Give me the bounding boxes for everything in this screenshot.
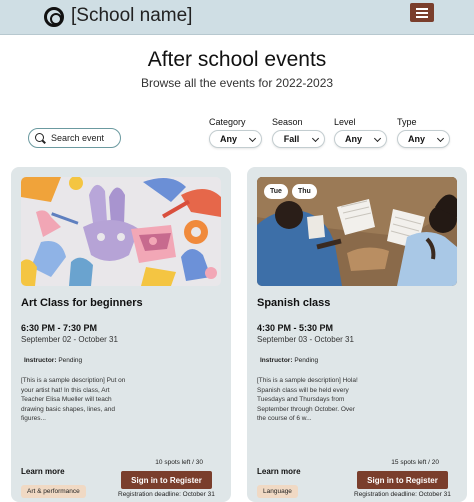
filter-label: Season <box>272 117 303 127</box>
event-dates: September 02 - October 31 <box>21 335 118 344</box>
spots-left: 15 spots left / 20 <box>391 459 439 466</box>
category-tag: Language <box>257 485 298 498</box>
filter-label: Type <box>397 117 417 127</box>
event-instructor: Instructor: Pending <box>260 357 318 364</box>
event-card: Tue Thu Spanish class 4:30 PM - 5:30 PM … <box>247 167 467 502</box>
instructor-name: Pending <box>294 357 319 364</box>
search-input[interactable]: Search event <box>51 133 104 143</box>
school-logo-icon[interactable] <box>44 7 64 27</box>
select-value: Any <box>407 134 425 144</box>
hamburger-menu-button[interactable] <box>410 3 434 22</box>
day-chip: Thu <box>292 184 317 199</box>
type-select[interactable]: Any <box>397 130 450 148</box>
filter-label: Category <box>209 117 246 127</box>
event-card: Art Class for beginners 6:30 PM - 7:30 P… <box>11 167 231 502</box>
event-description: [This is a sample description] Put on yo… <box>21 377 126 422</box>
event-description: [This is a sample description] Hola! Spa… <box>257 377 358 422</box>
event-time: 6:30 PM - 7:30 PM <box>21 323 98 333</box>
category-select[interactable]: Any <box>209 130 262 148</box>
learn-more-link[interactable]: Learn more <box>257 467 301 476</box>
art-supplies-image <box>21 177 221 286</box>
filter-label: Level <box>334 117 356 127</box>
chevron-down-icon <box>436 134 445 143</box>
top-navbar: [School name] <box>0 0 474 35</box>
day-chip: Tue <box>264 184 288 199</box>
filter-season: Season Fall <box>272 117 325 148</box>
search-icon <box>35 133 44 142</box>
event-dates: September 03 - October 31 <box>257 335 354 344</box>
menu-bar-icon <box>416 8 428 10</box>
register-button[interactable]: Sign in to Register <box>357 471 448 489</box>
instructor-label: Instructor: <box>260 357 293 364</box>
event-title[interactable]: Art Class for beginners <box>21 297 143 309</box>
chevron-down-icon <box>373 134 382 143</box>
level-select[interactable]: Any <box>334 130 387 148</box>
registration-deadline: Registration deadline: October 31 <box>118 491 215 498</box>
filter-level: Level Any <box>334 117 387 148</box>
spots-left: 10 spots left / 30 <box>155 459 203 466</box>
season-select[interactable]: Fall <box>272 130 325 148</box>
school-name[interactable]: [School name] <box>71 5 192 27</box>
select-value: Any <box>344 134 362 144</box>
instructor-label: Instructor: <box>24 357 57 364</box>
page-subtitle: Browse all the events for 2022-2023 <box>140 76 334 90</box>
select-value: Any <box>219 134 237 144</box>
chevron-down-icon <box>248 134 257 143</box>
filter-type: Type Any <box>397 117 450 148</box>
chevron-down-icon <box>311 134 320 143</box>
event-image: Tue Thu <box>257 177 457 286</box>
event-instructor: Instructor: Pending <box>24 357 82 364</box>
event-time: 4:30 PM - 5:30 PM <box>257 323 334 333</box>
register-button[interactable]: Sign in to Register <box>121 471 212 489</box>
event-image <box>21 177 221 286</box>
menu-bar-icon <box>416 16 428 18</box>
event-title[interactable]: Spanish class <box>257 297 330 309</box>
category-tag: Art & performance <box>21 485 86 498</box>
filter-category: Category Any <box>209 117 262 148</box>
learn-more-link[interactable]: Learn more <box>21 467 65 476</box>
page-title: After school events <box>147 48 327 71</box>
registration-deadline: Registration deadline: October 31 <box>354 491 451 498</box>
search-box[interactable]: Search event <box>28 128 121 148</box>
instructor-name: Pending <box>58 357 83 364</box>
menu-bar-icon <box>416 12 428 14</box>
select-value: Fall <box>283 134 300 144</box>
